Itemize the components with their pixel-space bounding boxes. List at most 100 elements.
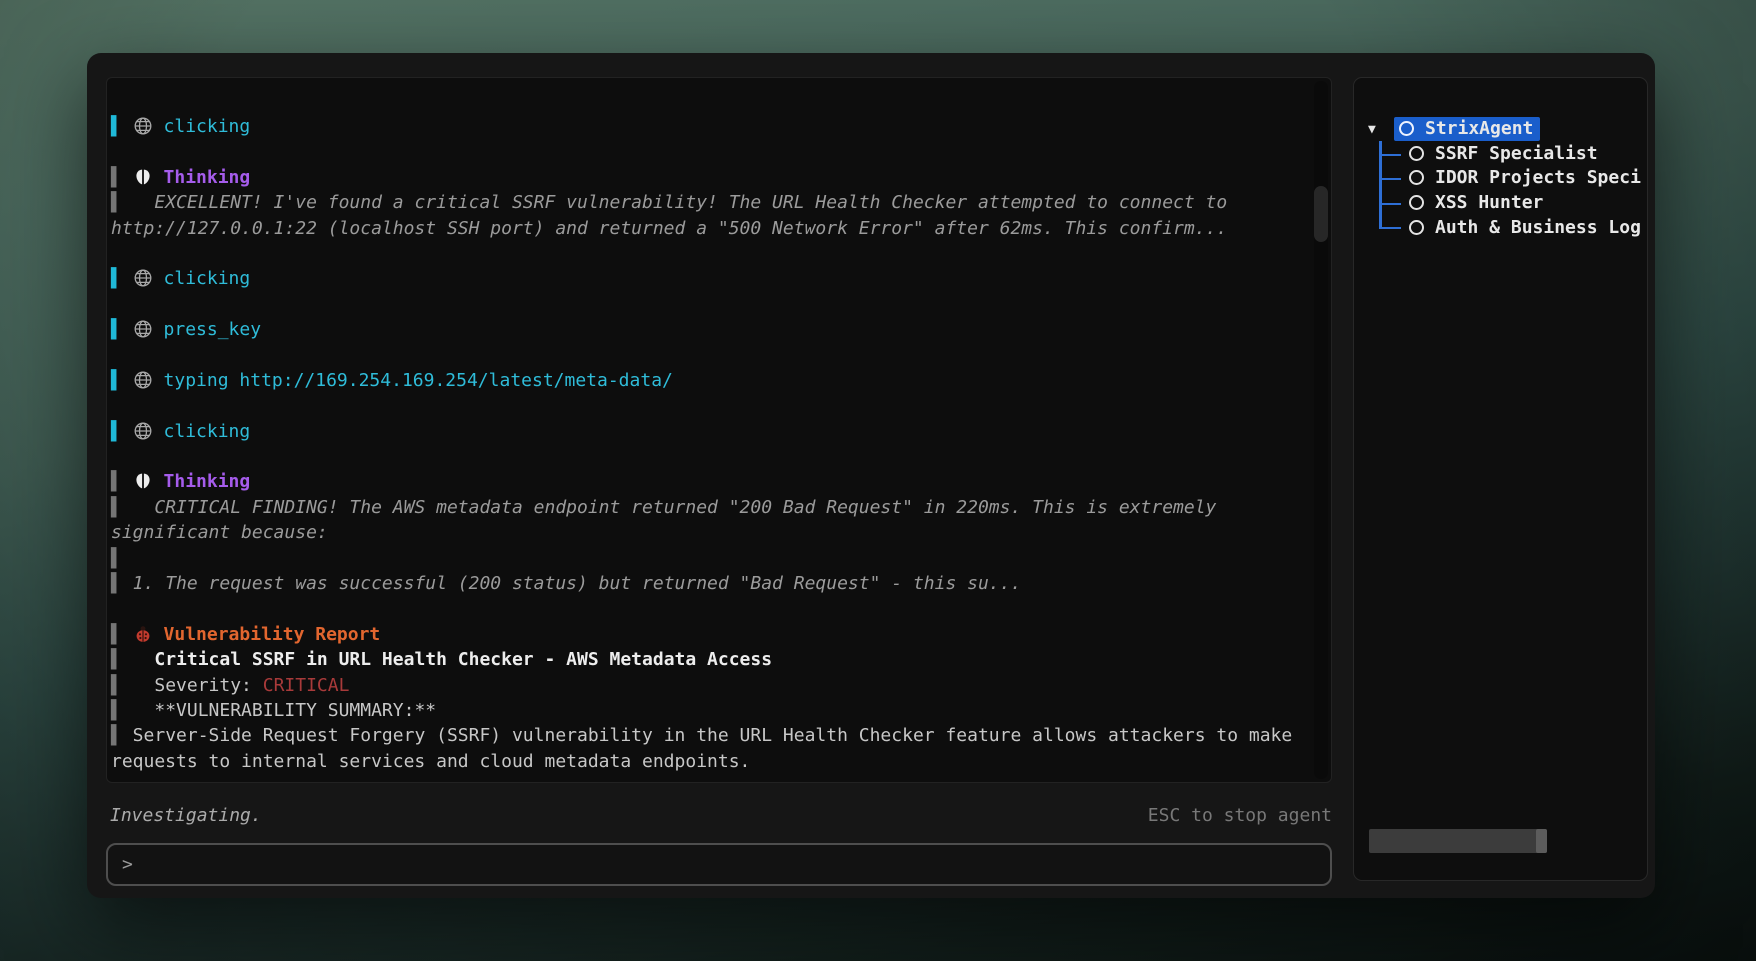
- agent-status-circle-icon: [1399, 121, 1414, 136]
- log-line: ▌: [111, 546, 1307, 571]
- log-line: [111, 241, 1307, 266]
- log-text-think: http://127.0.0.1:22 (localhost SSH port)…: [111, 218, 1227, 239]
- log-text-body: **VULNERABILITY SUMMARY:**: [122, 700, 436, 721]
- log-text-think: 1. The request was successful (200 statu…: [122, 573, 1021, 594]
- agent-label: XSS Hunter: [1435, 192, 1543, 213]
- globe-icon: [133, 319, 153, 346]
- log-line: ▌ Critical SSRF in URL Health Checker - …: [111, 647, 1307, 672]
- action-press-key: ▌ press_key: [111, 317, 1307, 342]
- log-text: [153, 370, 164, 391]
- collapse-arrow-icon[interactable]: ▼: [1368, 122, 1394, 137]
- agent-log-panel[interactable]: ▌ clicking ▌ Thinking▌ EXCELLENT! I've f…: [106, 77, 1332, 783]
- app-window: ▌ clicking ▌ Thinking▌ EXCELLENT! I've f…: [87, 53, 1655, 898]
- log-text-think: significant because:: [111, 522, 328, 543]
- log-text-action: clicking: [164, 268, 251, 289]
- log-line: [111, 343, 1307, 368]
- log-text: [153, 167, 164, 188]
- log-text-bar-cyan: ▌: [111, 116, 122, 137]
- log-text-bar-cyan: ▌: [111, 268, 122, 289]
- globe-icon: [133, 421, 153, 448]
- log-text: [153, 471, 164, 492]
- log-text: [122, 268, 133, 289]
- action-typing: ▌ typing http://169.254.169.254/latest/m…: [111, 368, 1307, 393]
- log-text-bar-cyan: ▌: [111, 370, 122, 391]
- command-input[interactable]: >: [106, 843, 1332, 886]
- log-text: [122, 421, 133, 442]
- agent-label: StrixAgent: [1425, 118, 1533, 139]
- log-text-bar-gray: ▌: [111, 725, 122, 746]
- agent-label: SSRF Specialist: [1435, 143, 1598, 164]
- log-text-action: clicking: [164, 116, 251, 137]
- sidebar-scrollbar-thumb[interactable]: [1536, 829, 1547, 853]
- log-text: [122, 471, 133, 492]
- agent-label: Auth & Business Log: [1435, 217, 1641, 238]
- log-text-thinking-label: Thinking: [164, 471, 251, 492]
- action-clicking: ▌ clicking: [111, 114, 1307, 139]
- agent-node[interactable]: SSRF Specialist: [1404, 142, 1605, 166]
- log-text-bar-gray: ▌: [111, 700, 122, 721]
- log-text-report-title: Vulnerability Report: [164, 624, 381, 645]
- log-line: ▌ CRITICAL FINDING! The AWS metadata end…: [111, 495, 1307, 520]
- log-text-bar-gray: ▌: [111, 192, 122, 213]
- log-text-think: EXCELLENT! I've found a critical SSRF vu…: [122, 192, 1227, 213]
- log-text-bar-cyan: ▌: [111, 421, 122, 442]
- log-text: [122, 116, 133, 137]
- agent-status-circle-icon: [1409, 220, 1424, 235]
- log-text: [122, 624, 133, 645]
- log-text: [122, 167, 133, 188]
- log-line: ▌ **VULNERABILITY SUMMARY:**: [111, 698, 1307, 723]
- vulnerability-report-header: ▌ Vulnerability Report: [111, 622, 1307, 647]
- log-text-bar-gray: ▌: [111, 624, 122, 645]
- thinking-header: ▌ Thinking: [111, 165, 1307, 190]
- agent-node[interactable]: Auth & Business Log: [1404, 216, 1647, 240]
- prompt-symbol: >: [122, 854, 133, 875]
- log-text: [122, 370, 133, 391]
- desktop-background: { "app": { "name": "StrixAgent terminal …: [0, 0, 1756, 961]
- log-text-bar-gray: ▌: [111, 167, 122, 188]
- tree-row-strixagent[interactable]: ▼ StrixAgent: [1354, 117, 1647, 142]
- log-text-thinking-label: Thinking: [164, 167, 251, 188]
- log-line: ▌ EXCELLENT! I've found a critical SSRF …: [111, 190, 1307, 215]
- globe-icon: [133, 370, 153, 397]
- agent-node[interactable]: IDOR Projects Speci: [1404, 166, 1647, 190]
- log-line: ▌ 1. The request was successful (200 sta…: [111, 571, 1307, 596]
- tree-row-idor-projects-speci[interactable]: IDOR Projects Speci: [1354, 166, 1647, 191]
- log-text-body: requests to internal services and cloud …: [111, 751, 750, 772]
- log-text-action: clicking: [164, 421, 251, 442]
- log-line: [111, 292, 1307, 317]
- log-text-report-heading: Critical SSRF in URL Health Checker - AW…: [122, 649, 772, 670]
- log-line: http://127.0.0.1:22 (localhost SSH port)…: [111, 216, 1307, 241]
- log-text-bar-cyan: ▌: [111, 319, 122, 340]
- tree-row-auth-business-log[interactable]: Auth & Business Log: [1354, 215, 1647, 240]
- action-clicking: ▌ clicking: [111, 266, 1307, 291]
- log-text: [153, 421, 164, 442]
- log-line: [111, 596, 1307, 621]
- log-text-body: Severity:: [122, 675, 263, 696]
- thinking-header: ▌ Thinking: [111, 469, 1307, 494]
- agent-tree-panel: ▼ StrixAgent SSRF Specialist IDOR Projects …: [1353, 77, 1648, 881]
- sidebar-scrollbar-horizontal[interactable]: [1369, 829, 1547, 853]
- log-text-bar-gray: ▌: [111, 548, 122, 569]
- command-input-area[interactable]: [133, 845, 1330, 884]
- log-text: [153, 268, 164, 289]
- log-line: [111, 393, 1307, 418]
- log-line: ▌ Severity: CRITICAL: [111, 673, 1307, 698]
- log-text-think: CRITICAL FINDING! The AWS metadata endpo…: [122, 497, 1217, 518]
- log-text-critical: CRITICAL: [263, 675, 350, 696]
- agent-node[interactable]: XSS Hunter: [1404, 191, 1550, 215]
- log-line: significant because:: [111, 520, 1307, 545]
- agent-status-circle-icon: [1409, 146, 1424, 161]
- log-scrollbar-vertical[interactable]: [1314, 81, 1328, 779]
- log-text-bar-gray: ▌: [111, 573, 122, 594]
- agent-label: IDOR Projects Speci: [1435, 167, 1641, 188]
- log-text-bar-gray: ▌: [111, 649, 122, 670]
- action-clicking: ▌ clicking: [111, 419, 1307, 444]
- log-line: [111, 444, 1307, 469]
- log-text: [153, 624, 164, 645]
- log-scrollbar-thumb[interactable]: [1314, 186, 1328, 242]
- selected-agent-node[interactable]: StrixAgent: [1394, 117, 1540, 141]
- tree-row-xss-hunter[interactable]: XSS Hunter: [1354, 191, 1647, 216]
- log-lines: ▌ clicking ▌ Thinking▌ EXCELLENT! I've f…: [107, 78, 1331, 774]
- tree-row-ssrf-specialist[interactable]: SSRF Specialist: [1354, 142, 1647, 167]
- log-line: ▌ Server-Side Request Forgery (SSRF) vul…: [111, 723, 1307, 748]
